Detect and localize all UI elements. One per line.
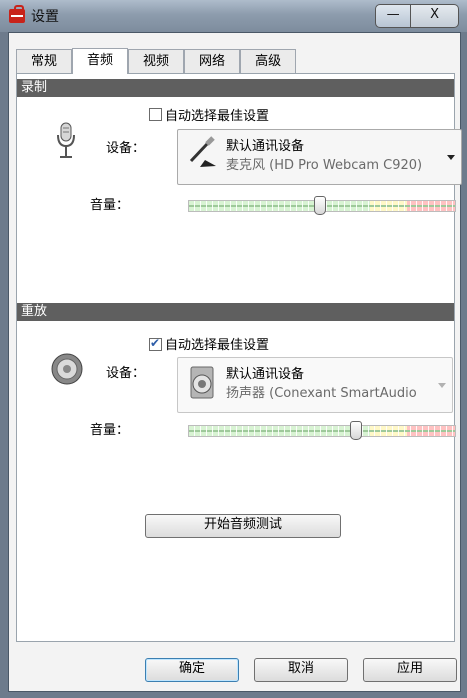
tab-audio[interactable]: 音频	[72, 48, 129, 74]
tab-general[interactable]: 常规	[16, 49, 73, 73]
recording-dropdown-arrow-icon[interactable]	[447, 155, 455, 160]
settings-window: 设置 — X 常规 音频 视频 网络 高级 录制 自动选择最佳设置 设备： 默认…	[0, 0, 467, 698]
window-controls: — X	[375, 4, 459, 28]
start-audio-test-button[interactable]: 开始音频测试	[145, 514, 341, 538]
window-title: 设置	[31, 9, 59, 25]
playback-volume-label: 音量：	[90, 423, 130, 438]
recording-device-label: 设备：	[106, 141, 146, 156]
tab-network[interactable]: 网络	[184, 49, 241, 73]
microphone-icon	[57, 122, 75, 158]
recording-volume-slider[interactable]	[188, 196, 456, 215]
tab-video[interactable]: 视频	[128, 49, 185, 73]
playback-auto-checkbox[interactable]	[149, 336, 162, 351]
playback-device-detail: 扬声器 (Conexant SmartAudio	[226, 386, 417, 401]
playback-volume-thumb[interactable]	[350, 421, 362, 440]
playback-volume-slider[interactable]	[188, 421, 456, 440]
settings-tabs: 常规 音频 视频 网络 高级	[16, 48, 297, 74]
playback-device-name: 默认通讯设备	[226, 367, 305, 382]
studio-microphone-icon	[189, 136, 216, 167]
ok-button[interactable]: 确定	[145, 658, 239, 682]
recording-volume-label: 音量：	[90, 198, 130, 213]
playback-volume-meter	[189, 426, 455, 436]
speaker-icon	[51, 353, 83, 385]
apply-button[interactable]: 应用	[363, 658, 457, 682]
cancel-button[interactable]: 取消	[254, 658, 348, 682]
close-button[interactable]: X	[411, 4, 459, 28]
recording-device-select[interactable]: 默认通讯设备 麦克风 (HD Pro Webcam C920)	[177, 129, 462, 185]
playback-device-select[interactable]: 默认通讯设备 扬声器 (Conexant SmartAudio	[177, 357, 453, 413]
audio-settings-panel: 录制 自动选择最佳设置 设备： 默认通讯设备 麦克风 (HD Pro Webca…	[16, 73, 462, 642]
minimize-button[interactable]: —	[375, 4, 412, 28]
recording-section-header: 录制	[17, 79, 454, 97]
toolbox-icon	[9, 5, 25, 23]
title-bar[interactable]: 设置 — X	[0, 0, 467, 32]
playback-dropdown-arrow-icon[interactable]	[438, 383, 446, 388]
playback-auto-label: 自动选择最佳设置	[165, 338, 270, 353]
playback-device-label: 设备：	[106, 366, 146, 381]
playback-section-header: 重放	[17, 303, 454, 321]
recording-volume-thumb[interactable]	[314, 196, 326, 215]
speaker-box-icon	[190, 366, 214, 399]
recording-auto-checkbox[interactable]	[149, 108, 162, 121]
recording-device-name: 默认通讯设备	[226, 139, 305, 154]
recording-device-detail: 麦克风 (HD Pro Webcam C920)	[226, 158, 423, 173]
tab-advanced[interactable]: 高级	[240, 49, 297, 73]
recording-auto-label: 自动选择最佳设置	[165, 109, 270, 124]
